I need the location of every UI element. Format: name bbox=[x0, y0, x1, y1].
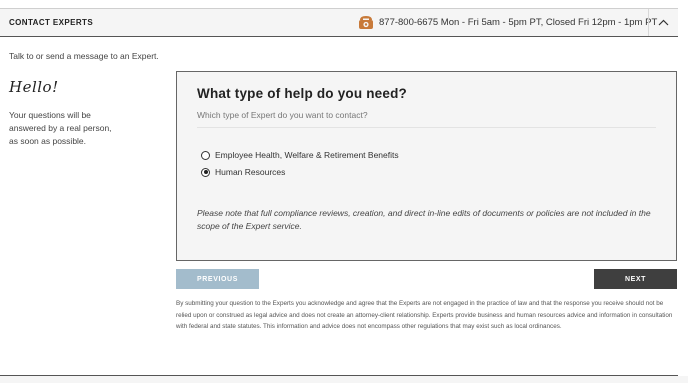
panel-title: What type of help do you need? bbox=[197, 86, 407, 101]
next-button[interactable]: NEXT bbox=[594, 269, 677, 289]
help-type-panel: What type of help do you need? Which typ… bbox=[176, 71, 677, 261]
chevron-up-icon bbox=[658, 19, 669, 26]
header-title: CONTACT EXPERTS bbox=[9, 18, 94, 27]
phone-hours-text: 877-800-6675 Mon - Fri 5am - 5pm PT, Clo… bbox=[379, 17, 658, 28]
radio-human-resources[interactable] bbox=[201, 167, 210, 177]
collapse-button[interactable] bbox=[648, 9, 678, 36]
option-human-resources[interactable]: Human Resources bbox=[201, 167, 285, 177]
contact-experts-header: CONTACT EXPERTS 877-800-6675 Mon - Fri 5… bbox=[0, 8, 678, 37]
footer-bar bbox=[0, 376, 688, 383]
phone-icon bbox=[359, 16, 373, 29]
option-employee-benefits[interactable]: Employee Health, Welfare & Retirement Be… bbox=[201, 150, 399, 160]
radio-employee-benefits[interactable] bbox=[201, 150, 210, 160]
intro-text: Talk to or send a message to an Expert. bbox=[9, 51, 159, 61]
previous-button[interactable]: PREVIOUS bbox=[176, 269, 259, 289]
scope-note: Please note that full compliance reviews… bbox=[197, 208, 651, 231]
panel-subtitle: Which type of Expert do you want to cont… bbox=[197, 110, 368, 120]
hello-greeting: Hello! bbox=[9, 78, 59, 96]
sidebar-note: Your questions will be answered by a rea… bbox=[9, 110, 112, 146]
phone-info: 877-800-6675 Mon - Fri 5am - 5pm PT, Clo… bbox=[358, 15, 657, 30]
option-label: Employee Health, Welfare & Retirement Be… bbox=[215, 150, 399, 160]
option-label: Human Resources bbox=[215, 167, 286, 177]
legal-disclaimer: By submitting your question to the Exper… bbox=[176, 300, 673, 330]
divider bbox=[197, 127, 656, 128]
